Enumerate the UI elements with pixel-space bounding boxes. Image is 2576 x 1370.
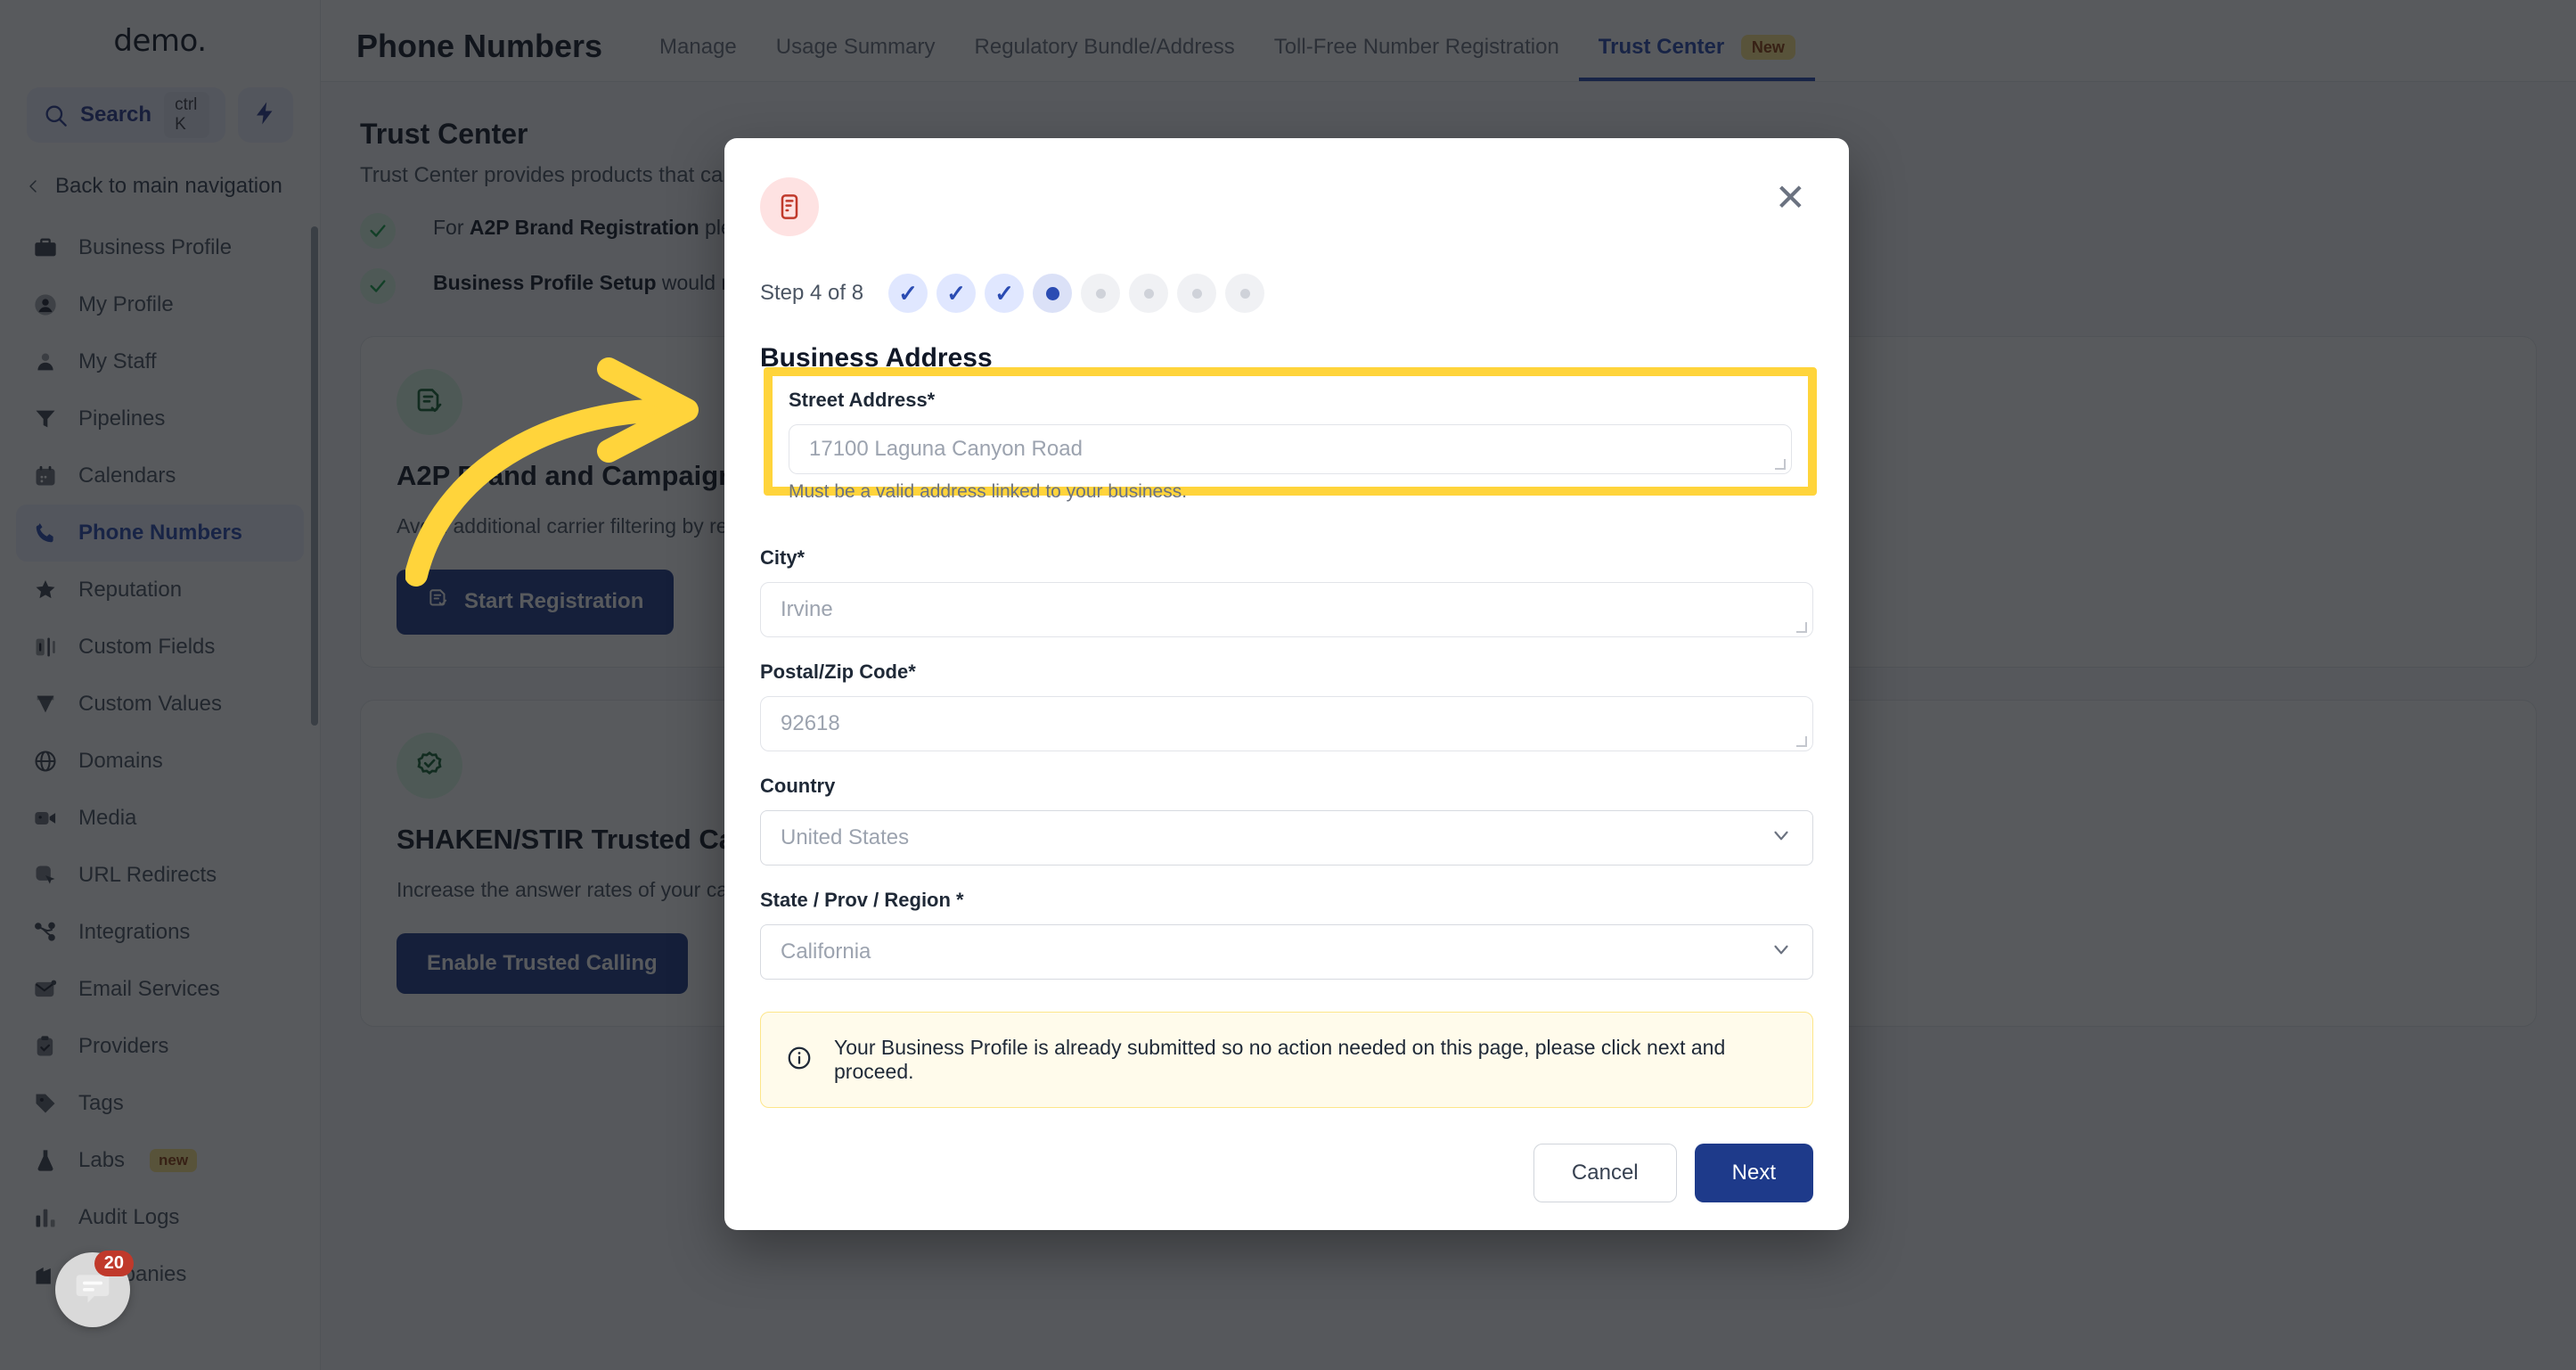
step-dot-3[interactable]: ✓ bbox=[985, 274, 1025, 313]
info-circle-icon bbox=[786, 1045, 813, 1076]
field-label: City* bbox=[760, 546, 806, 569]
chat-unread-count: 20 bbox=[94, 1251, 134, 1276]
field-label: Postal/Zip Code* bbox=[760, 660, 916, 683]
business-address-modal: ✕ Step 4 of 8 ✓ ✓ ✓ Business Address Str… bbox=[724, 138, 1849, 1230]
field-city: City* Irvine bbox=[760, 546, 1813, 637]
chat-widget-button[interactable]: 20 bbox=[55, 1251, 134, 1327]
city-input[interactable]: Irvine bbox=[760, 582, 1813, 637]
step-dot-8[interactable] bbox=[1225, 274, 1265, 313]
resize-handle-icon[interactable] bbox=[1775, 459, 1786, 470]
step-indicator: Step 4 of 8 ✓ ✓ ✓ bbox=[760, 274, 1813, 313]
info-banner-text: Your Business Profile is already submitt… bbox=[834, 1036, 1726, 1083]
step-dot-4[interactable] bbox=[1033, 274, 1073, 313]
resize-handle-icon[interactable] bbox=[1796, 736, 1807, 747]
step-dot-1[interactable]: ✓ bbox=[888, 274, 928, 313]
close-icon[interactable]: ✕ bbox=[1768, 177, 1813, 218]
document-lines-icon bbox=[760, 177, 819, 236]
step-dot-7[interactable] bbox=[1177, 274, 1217, 313]
modal-footer: Cancel Next bbox=[760, 1108, 1813, 1230]
step-dots: ✓ ✓ ✓ bbox=[888, 274, 1265, 313]
cancel-button[interactable]: Cancel bbox=[1533, 1144, 1677, 1202]
postal-zip-input[interactable]: 92618 bbox=[760, 696, 1813, 751]
field-label: Country bbox=[760, 775, 836, 797]
chevron-down-icon bbox=[1770, 938, 1793, 967]
street-address-highlight: Street Address* 17100 Laguna Canyon Road… bbox=[764, 367, 1817, 502]
app-root: demo. Search ctrl K bbox=[0, 0, 2576, 1370]
field-postal-zip-code: Postal/Zip Code* 92618 bbox=[760, 660, 1813, 751]
chevron-down-icon bbox=[1770, 824, 1793, 853]
street-address-input[interactable]: 17100 Laguna Canyon Road bbox=[789, 424, 1792, 474]
country-select[interactable]: United States bbox=[760, 810, 1813, 865]
resize-handle-icon[interactable] bbox=[1796, 622, 1807, 633]
info-banner: Your Business Profile is already submitt… bbox=[760, 1012, 1813, 1108]
field-label: Street Address* bbox=[789, 389, 936, 411]
step-dot-6[interactable] bbox=[1129, 274, 1169, 313]
state-select[interactable]: California bbox=[760, 924, 1813, 980]
field-hint: Must be a valid address linked to your b… bbox=[789, 481, 1188, 502]
input-value: Irvine bbox=[781, 597, 833, 621]
field-country: Country United States bbox=[760, 775, 1813, 865]
step-dot-5[interactable] bbox=[1081, 274, 1121, 313]
input-value: 92618 bbox=[781, 711, 840, 735]
select-value: United States bbox=[781, 825, 910, 849]
input-value: 17100 Laguna Canyon Road bbox=[809, 437, 1083, 461]
field-label: State / Prov / Region * bbox=[760, 889, 964, 911]
next-button[interactable]: Next bbox=[1694, 1144, 1813, 1202]
select-value: California bbox=[781, 939, 871, 964]
field-state-prov-region: State / Prov / Region * California bbox=[760, 889, 1813, 980]
step-label: Step 4 of 8 bbox=[760, 281, 864, 305]
step-dot-2[interactable]: ✓ bbox=[936, 274, 977, 313]
modal-header: ✕ bbox=[760, 177, 1813, 236]
